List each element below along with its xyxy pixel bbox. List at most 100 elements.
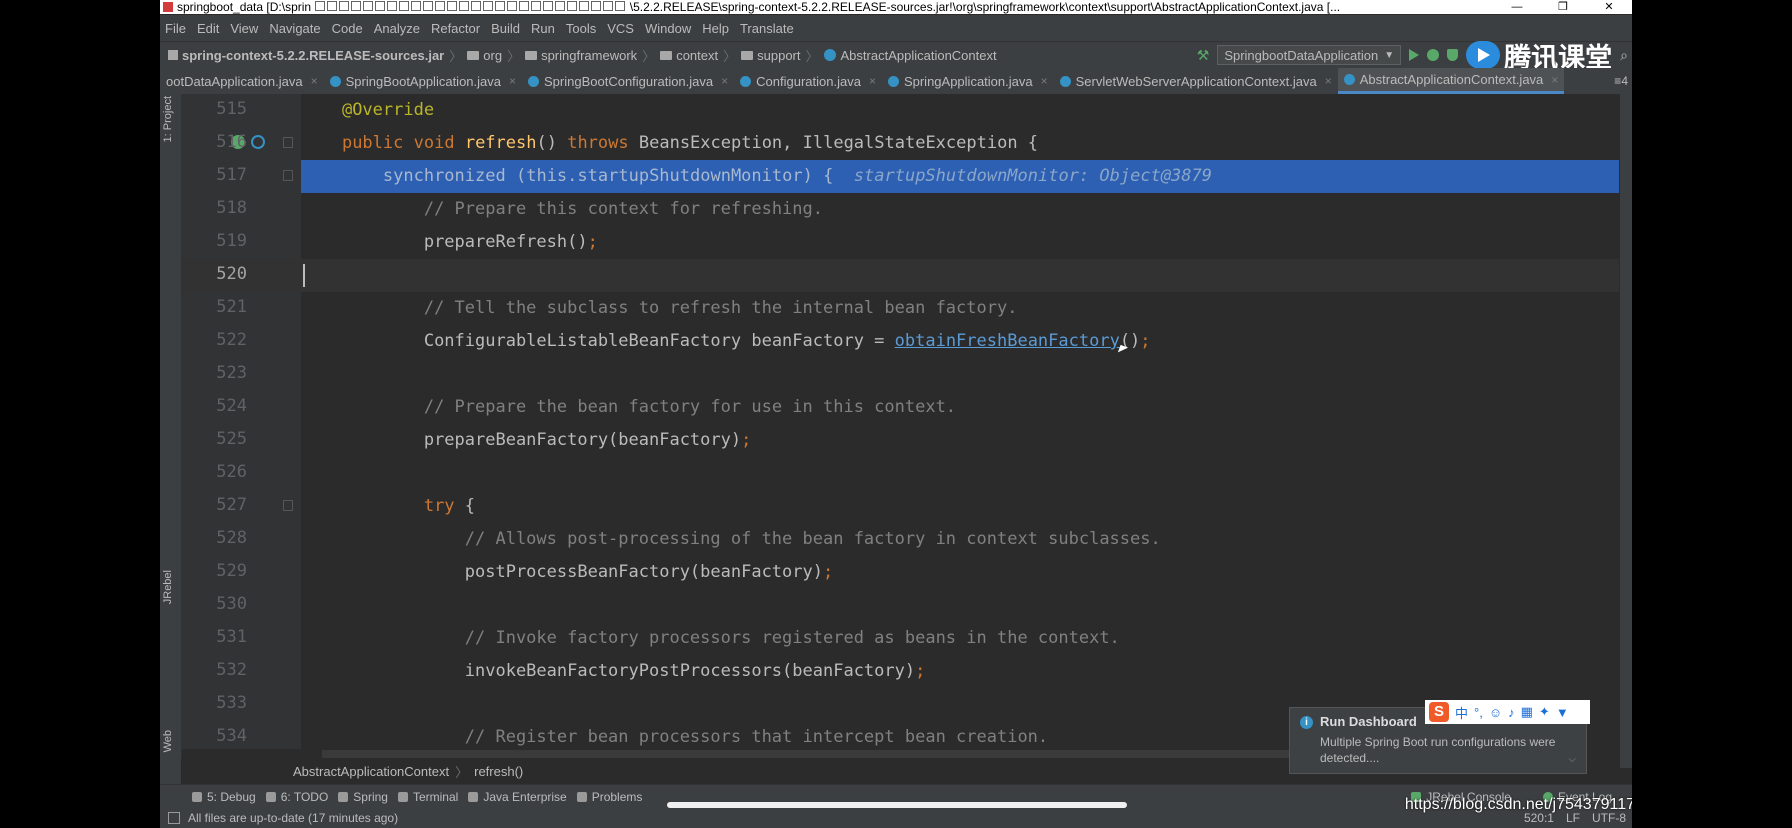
horizontal-scrollbar[interactable] bbox=[322, 750, 1440, 758]
quick-access-icon[interactable] bbox=[579, 1, 590, 11]
tool-debug[interactable]: 5: Debug bbox=[192, 790, 256, 804]
chevron-down-icon[interactable]: ⌵ bbox=[1568, 754, 1576, 765]
close-icon[interactable]: × bbox=[1325, 74, 1332, 88]
breadcrumb-context[interactable]: context bbox=[660, 48, 718, 63]
restore-button[interactable]: ❐ bbox=[1540, 0, 1586, 14]
chinese-mode-icon[interactable]: 中 bbox=[1455, 703, 1468, 722]
method-link[interactable]: obtainFreshBeanFactory bbox=[895, 331, 1120, 351]
quick-access-icon[interactable] bbox=[351, 1, 362, 11]
tab-abstractapplicationcontext[interactable]: AbstractApplicationContext.java × bbox=[1337, 68, 1565, 94]
quick-access-icon[interactable] bbox=[447, 1, 458, 11]
quick-access-icon[interactable] bbox=[603, 1, 614, 11]
tab-springbootapplication[interactable]: SpringBootApplication.java × bbox=[324, 68, 522, 94]
tab-overflow-button[interactable]: ≡ 4 bbox=[1614, 68, 1628, 94]
close-icon[interactable]: × bbox=[1551, 73, 1558, 87]
quick-access-icon[interactable] bbox=[375, 1, 386, 11]
run-icon[interactable] bbox=[1409, 49, 1420, 61]
tool-terminal[interactable]: Terminal bbox=[397, 790, 458, 804]
menu-analyze[interactable]: Analyze bbox=[369, 21, 426, 36]
ide-window: springboot_data [D:\sprin \5.2.2.RELEASE… bbox=[160, 0, 1632, 828]
quick-access-icon[interactable] bbox=[531, 1, 542, 11]
quick-access-icon[interactable] bbox=[519, 1, 530, 11]
jrebel-tool-button[interactable]: JRebel bbox=[162, 570, 174, 604]
menu-file[interactable]: File bbox=[160, 21, 192, 36]
project-tool-button[interactable]: 1: Project bbox=[162, 96, 174, 142]
tool-problems[interactable]: Problems bbox=[576, 790, 642, 804]
menu-view[interactable]: View bbox=[225, 21, 264, 36]
fold-icon[interactable] bbox=[283, 170, 293, 181]
crumb-method[interactable]: refresh() bbox=[474, 764, 523, 779]
breadcrumb-springframework[interactable]: springframework bbox=[525, 48, 637, 63]
microphone-icon[interactable]: ♪ bbox=[1508, 705, 1515, 720]
quick-access-icon[interactable] bbox=[591, 1, 602, 11]
breadcrumb-jar[interactable]: spring-context-5.2.2.RELEASE-sources.jar bbox=[168, 48, 444, 63]
menu-tools[interactable]: Tools bbox=[561, 21, 602, 36]
crumb-class[interactable]: AbstractApplicationContext bbox=[293, 764, 449, 779]
quick-access-icon[interactable] bbox=[543, 1, 554, 11]
toggle-tool-windows-icon[interactable] bbox=[168, 812, 180, 824]
breadcrumb-class[interactable]: AbstractApplicationContext bbox=[823, 48, 997, 63]
debug-icon[interactable] bbox=[1427, 49, 1440, 61]
quick-access-icon[interactable] bbox=[387, 1, 398, 11]
coverage-icon[interactable] bbox=[1447, 49, 1459, 61]
web-tool-button[interactable]: Web bbox=[162, 730, 174, 752]
quick-access-icon[interactable] bbox=[471, 1, 482, 11]
quick-access-icon[interactable] bbox=[363, 1, 374, 11]
punctuation-icon[interactable]: °, bbox=[1474, 705, 1483, 720]
code-editor[interactable]: @Override public void refresh() throws B… bbox=[301, 94, 1619, 749]
tool-java-enterprise[interactable]: Java Enterprise bbox=[468, 790, 567, 804]
breadcrumb-org[interactable]: org bbox=[467, 48, 502, 63]
menu-refactor[interactable]: Refactor bbox=[426, 21, 486, 36]
fold-icon[interactable] bbox=[283, 137, 293, 148]
emoji-icon[interactable]: ☺ bbox=[1489, 705, 1502, 720]
menu-window[interactable]: Window bbox=[640, 21, 697, 36]
minimize-button[interactable]: — bbox=[1494, 0, 1540, 14]
breadcrumb-support[interactable]: support bbox=[741, 48, 801, 63]
skin-icon[interactable]: ✦ bbox=[1539, 704, 1550, 720]
quick-access-icon[interactable] bbox=[435, 1, 446, 11]
run-config-select[interactable]: SpringbootDataApplication ▼ bbox=[1217, 45, 1402, 65]
tab-springbootdataapplication[interactable]: ootDataApplication.java × bbox=[160, 68, 324, 94]
quick-access-icon[interactable] bbox=[459, 1, 470, 11]
quick-access-icon[interactable] bbox=[555, 1, 566, 11]
quick-access-icon[interactable] bbox=[615, 1, 626, 11]
quick-access-icon[interactable] bbox=[507, 1, 518, 11]
close-button[interactable]: ✕ bbox=[1586, 0, 1632, 14]
menu-help[interactable]: Help bbox=[697, 21, 735, 36]
fold-icon[interactable] bbox=[283, 500, 293, 511]
tab-servletwebserverapplicationcontext[interactable]: ServletWebServerApplicationContext.java × bbox=[1054, 68, 1338, 94]
close-icon[interactable]: × bbox=[869, 74, 876, 88]
quick-access-icon[interactable] bbox=[339, 1, 350, 11]
tab-springbootconfiguration[interactable]: SpringBootConfiguration.java × bbox=[522, 68, 734, 94]
quick-access-icon[interactable] bbox=[327, 1, 338, 11]
menu-translate[interactable]: Translate bbox=[735, 21, 800, 36]
tool-todo[interactable]: 6: TODO bbox=[265, 790, 328, 804]
search-icon[interactable]: ⌕ bbox=[1620, 47, 1628, 64]
quick-access-icon[interactable] bbox=[495, 1, 506, 11]
quick-access-icon[interactable] bbox=[315, 1, 326, 11]
menu-build[interactable]: Build bbox=[486, 21, 526, 36]
ime-toolbar[interactable]: S 中 °, ☺ ♪ ▦ ✦ ▼ bbox=[1425, 700, 1590, 724]
menu-edit[interactable]: Edit bbox=[192, 21, 225, 36]
tool-spring[interactable]: Spring bbox=[338, 790, 388, 804]
tab-springapplication[interactable]: SpringApplication.java × bbox=[882, 68, 1054, 94]
implementation-marker-icon[interactable] bbox=[251, 135, 265, 149]
close-icon[interactable]: × bbox=[509, 74, 516, 88]
close-icon[interactable]: × bbox=[721, 74, 728, 88]
quick-access-icon[interactable] bbox=[399, 1, 410, 11]
tshirt-icon[interactable]: ▼ bbox=[1556, 705, 1569, 720]
menu-run[interactable]: Run bbox=[526, 21, 561, 36]
quick-access-icon[interactable] bbox=[411, 1, 422, 11]
keyboard-icon[interactable]: ▦ bbox=[1521, 704, 1533, 720]
quick-access-icon[interactable] bbox=[423, 1, 434, 11]
video-progress-bar[interactable] bbox=[667, 802, 1127, 808]
quick-access-icon[interactable] bbox=[483, 1, 494, 11]
build-hammer-icon[interactable]: ⚒ bbox=[1197, 47, 1210, 64]
menu-vcs[interactable]: VCS bbox=[602, 21, 640, 36]
tab-configuration[interactable]: Configuration.java × bbox=[734, 68, 882, 94]
menu-code[interactable]: Code bbox=[327, 21, 369, 36]
close-icon[interactable]: × bbox=[311, 74, 318, 88]
menu-navigate[interactable]: Navigate bbox=[264, 21, 326, 36]
close-icon[interactable]: × bbox=[1041, 74, 1048, 88]
quick-access-icon[interactable] bbox=[567, 1, 578, 11]
